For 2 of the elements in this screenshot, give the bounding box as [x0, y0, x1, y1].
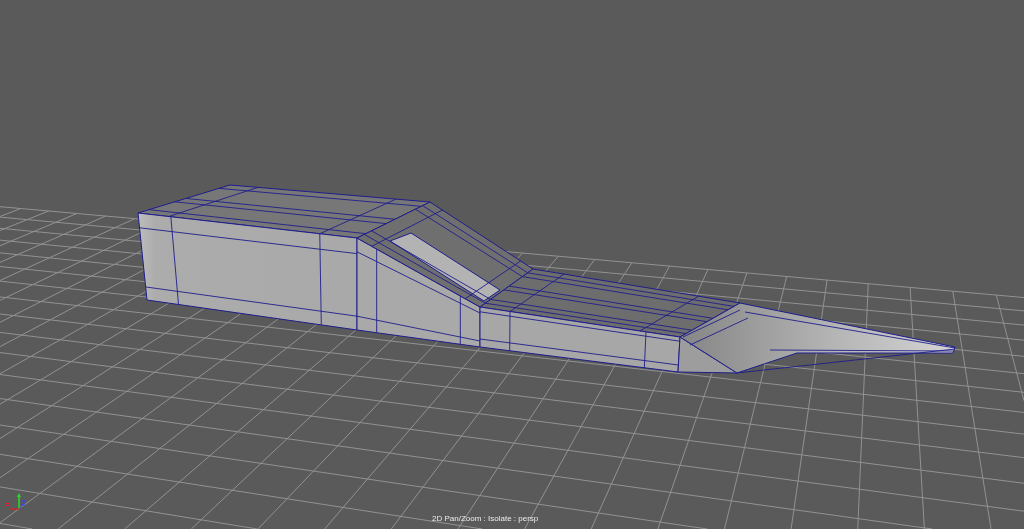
axis-gizmo-icon — [4, 491, 28, 512]
camera-label: 2D Pan/Zoom : Isolate : persp — [432, 514, 539, 524]
